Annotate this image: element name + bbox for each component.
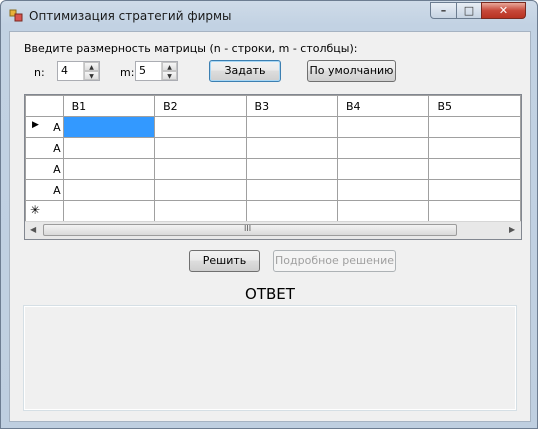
column-header-b1[interactable]: B1 [62,95,156,117]
row-header[interactable]: A [25,179,64,201]
answer-title: ОТВЕТ [245,285,295,303]
m-columns-up-arrow-icon[interactable]: ▲ [162,62,177,71]
grid-cell[interactable] [245,116,339,138]
solve-button[interactable]: Решить [189,250,260,272]
detailed-solution-button[interactable]: Подробное решение [273,250,396,272]
grid-cell[interactable] [336,137,430,159]
title-bar[interactable]: Оптимизация стратегий фирмы – □ ✕ [1,1,537,31]
table-row: A [25,158,521,180]
default-button[interactable]: По умолчанию [307,60,396,82]
n-label: n: [34,66,45,79]
grid-cell[interactable] [245,179,339,201]
table-row: A [25,137,521,159]
row-header[interactable]: A [25,137,64,159]
grid-cell[interactable] [428,158,521,180]
scroll-right-icon[interactable]: ▶ [509,225,515,234]
grid-cell[interactable] [428,200,521,222]
scroll-left-icon[interactable]: ◀ [30,225,36,234]
new-row: ✳ [25,200,521,222]
matrix-grid[interactable]: B1 B2 B3 B4 B5 ▶ A A A A ✳ ◀ III ▶ [24,94,522,240]
grid-cell[interactable] [62,200,156,222]
n-rows-down-arrow-icon[interactable]: ▼ [84,71,99,80]
dimension-prompt-label: Введите размерность матрицы (n - строки,… [24,42,358,55]
grid-cell[interactable] [62,179,156,201]
answer-box [23,305,517,411]
form-client-area: Введите размерность матрицы (n - строки,… [9,31,531,422]
scroll-grip-icon: III [244,224,252,233]
row-header-label: A [53,141,61,155]
scroll-thumb[interactable]: III [43,224,457,236]
column-header-b4[interactable]: B4 [336,95,430,117]
grid-cell[interactable] [245,158,339,180]
grid-cell[interactable] [428,116,521,138]
app-window: Оптимизация стратегий фирмы – □ ✕ Введит… [0,0,538,429]
matrix-table: B1 B2 B3 B4 B5 ▶ A A A A ✳ [25,95,521,222]
row-header-label: A [53,120,61,134]
grid-cell[interactable] [336,179,430,201]
m-columns-spinner[interactable]: 5 ▲ ▼ [135,61,178,81]
corner-cell[interactable] [25,95,64,117]
m-columns-arrows: ▲ ▼ [161,62,177,80]
m-columns-value[interactable]: 5 [139,64,146,77]
column-header-b5[interactable]: B5 [428,95,521,117]
current-row-indicator-icon: ▶ [32,120,39,130]
table-row: A [25,179,521,201]
row-header-label: A [53,183,61,197]
grid-cell[interactable] [428,137,521,159]
close-icon: ✕ [498,4,509,17]
column-header-b2[interactable]: B2 [154,95,247,117]
grid-cell[interactable] [154,200,247,222]
m-columns-down-arrow-icon[interactable]: ▼ [162,71,177,80]
grid-cell[interactable] [336,200,430,222]
set-dimension-button[interactable]: Задать [209,60,281,82]
grid-cell[interactable] [428,179,521,201]
new-row-asterisk-icon: ✳ [30,203,41,217]
grid-cell[interactable] [154,137,247,159]
maximize-icon: □ [463,4,475,17]
n-rows-spinner[interactable]: 4 ▲ ▼ [57,61,100,81]
close-button[interactable]: ✕ [481,2,526,19]
new-row-header[interactable]: ✳ [25,200,64,222]
grid-cell[interactable] [62,137,156,159]
column-header-b3[interactable]: B3 [245,95,339,117]
row-header[interactable]: ▶ A [25,116,64,138]
grid-cell[interactable] [62,158,156,180]
grid-cell[interactable] [245,137,339,159]
header-row: B1 B2 B3 B4 B5 [25,95,521,117]
grid-cell[interactable] [336,116,430,138]
grid-cell[interactable] [154,179,247,201]
row-header-label: A [53,162,61,176]
n-rows-up-arrow-icon[interactable]: ▲ [84,62,99,71]
app-icon [9,9,23,22]
row-header[interactable]: A [25,158,64,180]
m-label: m: [120,66,135,79]
n-rows-value[interactable]: 4 [61,64,68,77]
table-row: ▶ A [25,116,521,138]
window-title: Оптимизация стратегий фирмы [29,9,232,23]
grid-cell[interactable] [154,116,247,138]
grid-cell[interactable] [336,158,430,180]
minimize-button[interactable]: – [430,2,457,19]
grid-cell[interactable] [62,116,156,138]
n-rows-arrows: ▲ ▼ [83,62,99,80]
horizontal-scrollbar[interactable]: ◀ III ▶ [25,221,521,239]
minimize-icon: – [440,4,447,17]
maximize-button[interactable]: □ [456,2,482,19]
grid-cell[interactable] [245,200,339,222]
grid-cell[interactable] [154,158,247,180]
